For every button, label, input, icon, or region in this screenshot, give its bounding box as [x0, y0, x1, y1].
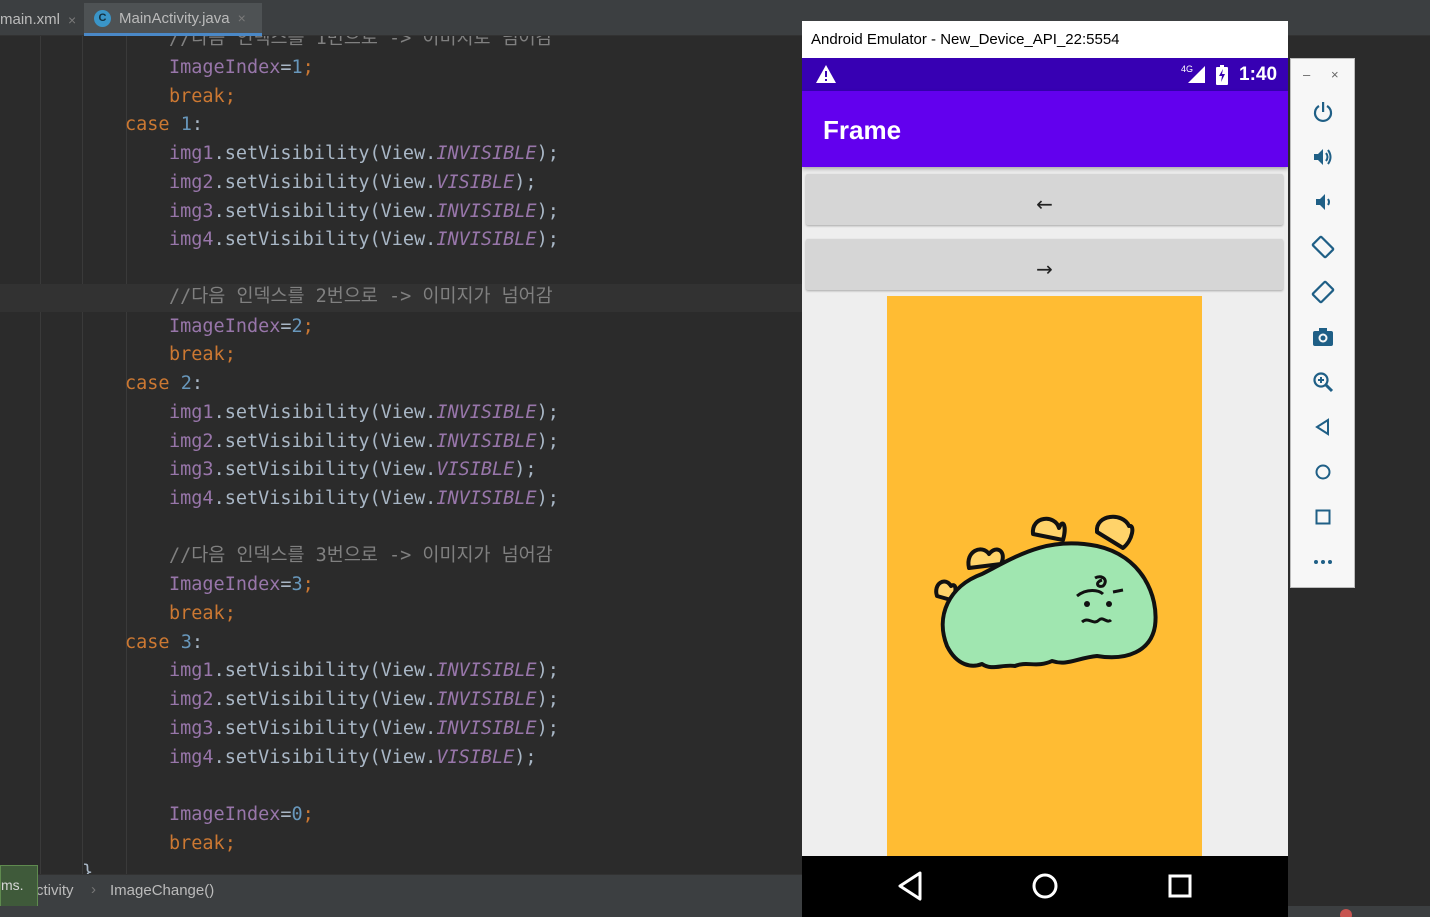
previous-button[interactable]: ← — [806, 174, 1283, 225]
code-line: ImageIndex=1; — [169, 57, 314, 78]
close-icon[interactable]: × — [1331, 67, 1339, 82]
signal-icon — [1188, 66, 1205, 83]
nav-overview-icon[interactable] — [1165, 870, 1195, 902]
status-clock: 1:40 — [1239, 64, 1278, 85]
code-line: img3.setVisibility(View.INVISIBLE); — [169, 201, 559, 222]
code-line: break; — [169, 833, 236, 854]
code-line: break; — [169, 86, 236, 107]
code-line: img1.setVisibility(View.INVISIBLE); — [169, 143, 559, 164]
code-line: img2.setVisibility(View.INVISIBLE); — [169, 689, 559, 710]
code-line: ImageIndex=3; — [169, 574, 314, 595]
back-icon[interactable] — [1310, 414, 1336, 440]
code-editor[interactable]: //다음 인덱스를 1번으로 -> 이미지로 넘어감 ImageIndex=1;… — [0, 36, 802, 874]
code-line: img2.setVisibility(View.INVISIBLE); — [169, 431, 559, 452]
code-line: img2.setVisibility(View.VISIBLE); — [169, 172, 537, 193]
camera-icon[interactable] — [1310, 324, 1336, 350]
volume-down-icon[interactable] — [1310, 189, 1336, 215]
tab-mainactivity-java[interactable]: C MainActivity.java × — [84, 3, 262, 36]
close-tab-icon[interactable]: × — [68, 12, 76, 28]
home-icon[interactable] — [1310, 459, 1336, 485]
code-line: img1.setVisibility(View.INVISIBLE); — [169, 660, 559, 681]
minimize-icon[interactable]: – — [1303, 67, 1310, 82]
close-tab-icon[interactable]: × — [238, 10, 246, 26]
problems-tooltip[interactable]: ms. — [0, 865, 38, 907]
code-line: ImageIndex=0; — [169, 804, 314, 825]
breadcrumb-separator: › — [91, 881, 96, 898]
emulator-side-toolbar: – × — [1290, 58, 1355, 588]
emulator-screen[interactable]: 4G 1:40 Frame ← → — [802, 58, 1288, 917]
code-line: img1.setVisibility(View.INVISIBLE); — [169, 402, 559, 423]
code-line: case 2: — [125, 373, 203, 394]
android-status-bar: 4G 1:40 — [802, 58, 1288, 91]
breadcrumb-class[interactable]: ctivity — [36, 882, 74, 899]
nav-back-icon[interactable] — [896, 870, 926, 902]
power-icon[interactable] — [1310, 99, 1336, 125]
nav-home-icon[interactable] — [1030, 870, 1060, 902]
rotate-right-icon[interactable] — [1310, 279, 1336, 305]
code-line: img4.setVisibility(View.INVISIBLE); — [169, 488, 559, 509]
battery-charging-icon — [1216, 65, 1228, 85]
indent-guide — [82, 36, 83, 874]
warning-icon — [816, 65, 836, 83]
rotate-left-icon[interactable] — [1310, 234, 1336, 260]
tab-label: main.xml — [0, 11, 61, 28]
code-line: //다음 인덱스를 2번으로 -> 이미지가 넘어감 — [169, 286, 553, 307]
code-line: case 3: — [125, 632, 203, 653]
code-line: ImageIndex=2; — [169, 316, 314, 337]
more-icon[interactable] — [1310, 549, 1336, 575]
code-line: break; — [169, 344, 236, 365]
indent-guide — [40, 36, 41, 874]
overview-icon[interactable] — [1310, 504, 1336, 530]
next-button[interactable]: → — [806, 239, 1283, 290]
tab-label: MainActivity.java — [119, 9, 230, 27]
class-c-icon: C — [94, 9, 111, 27]
volume-up-icon[interactable] — [1310, 144, 1336, 170]
code-line: //다음 인덱스를 1번으로 -> 이미지로 넘어감 — [169, 36, 553, 49]
code-line: img4.setVisibility(View.INVISIBLE); — [169, 229, 559, 250]
code-line: //다음 인덱스를 3번으로 -> 이미지가 넘어감 — [169, 545, 553, 566]
zoom-icon[interactable] — [1310, 369, 1336, 395]
app-toolbar: Frame — [802, 91, 1288, 167]
breadcrumb-method[interactable]: ImageChange() — [110, 882, 214, 899]
code-line: case 1: — [125, 114, 203, 135]
code-line: break; — [169, 603, 236, 624]
dinosaur-image — [934, 515, 1158, 670]
app-title: Frame — [823, 115, 902, 145]
code-line: img4.setVisibility(View.VISIBLE); — [169, 747, 537, 768]
breadcrumb: ctivity › ImageChange() — [0, 874, 802, 906]
code-line: img3.setVisibility(View.INVISIBLE); — [169, 718, 559, 739]
emulator-window-title: Android Emulator - New_Device_API_22:555… — [802, 21, 1288, 58]
error-indicator-icon[interactable] — [1340, 909, 1352, 917]
indent-guide — [126, 36, 127, 874]
android-navigation-bar — [802, 856, 1288, 917]
tab-main-xml[interactable]: main.xml × — [0, 3, 84, 36]
code-line: img3.setVisibility(View.VISIBLE); — [169, 459, 537, 480]
code-line: } — [82, 862, 94, 874]
image-frame — [887, 296, 1202, 856]
